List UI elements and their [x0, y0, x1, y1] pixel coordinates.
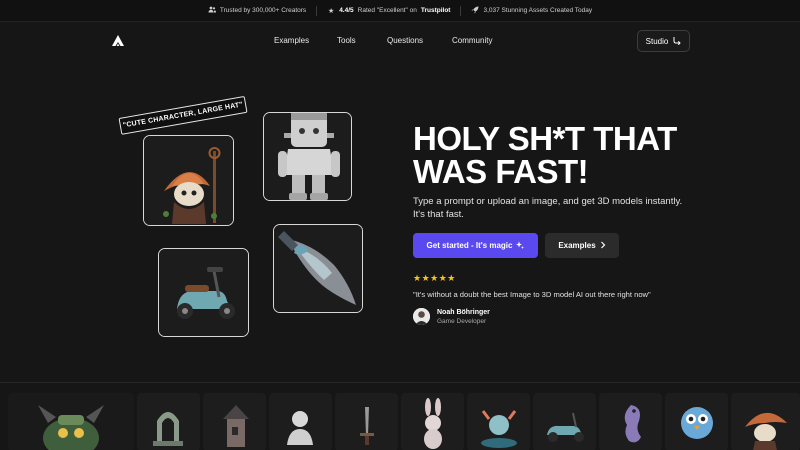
headline-line-2: WAS FAST!: [413, 153, 589, 190]
asset-carousel: [0, 382, 800, 450]
testimonial-quote: "It's without a doubt the best Image to …: [413, 290, 651, 299]
studio-arrow-icon: [672, 36, 682, 47]
chevron-right-icon: [600, 241, 606, 251]
example-card-witch[interactable]: [143, 135, 234, 226]
scooter-image: [159, 249, 248, 336]
carousel-item[interactable]: [137, 393, 200, 450]
logo-icon[interactable]: [111, 34, 125, 48]
example-card-frankenstein[interactable]: [263, 112, 352, 201]
announcement-bar: Trusted by 300,000+ Creators ★ 4.4/5 Rat…: [0, 0, 800, 22]
carousel-item[interactable]: [335, 393, 398, 450]
star-icon: ★: [328, 7, 335, 15]
examples-label: Examples: [558, 241, 596, 250]
headline-line-1: HOLY SH*T THAT: [413, 120, 677, 157]
witch-character-image: [144, 136, 233, 225]
carousel-item[interactable]: [269, 393, 332, 450]
carousel-item[interactable]: [203, 393, 266, 450]
main-nav: Examples Tools Questions Community Studi…: [0, 22, 800, 62]
get-started-label: Get started - It's magic: [426, 241, 513, 250]
studio-label: Studio: [645, 36, 669, 46]
avatar: [413, 308, 430, 325]
testimonial-author: Noah Böhringer: [437, 309, 490, 316]
example-card-sword[interactable]: [273, 224, 363, 313]
hero-headline: HOLY SH*T THAT WAS FAST!: [413, 122, 713, 188]
carousel-item[interactable]: [8, 393, 134, 450]
trusted-text: Trusted by 300,000+ Creators: [219, 7, 307, 14]
carousel-item[interactable]: [401, 393, 464, 450]
example-card-scooter[interactable]: [158, 248, 249, 337]
frankenstein-figure-image: [264, 113, 351, 200]
get-started-button[interactable]: Get started - It's magic: [413, 233, 538, 258]
trustpilot-link[interactable]: Trustpilot: [421, 7, 451, 14]
nav-community[interactable]: Community: [452, 36, 492, 45]
rating-item: ★ 4.4/5 Rated "Excellent" on Trustpilot: [317, 7, 460, 15]
carousel-item[interactable]: [467, 393, 530, 450]
rocket-icon: [471, 6, 479, 16]
studio-button[interactable]: Studio: [637, 30, 690, 52]
rating-text: Rated "Excellent" on: [357, 7, 417, 14]
trusted-item: Trusted by 300,000+ Creators: [198, 6, 316, 15]
carousel-item[interactable]: [665, 393, 728, 450]
rating-stars: ★★★★★: [413, 273, 456, 283]
assets-item: 3,037 Stunning Assets Created Today: [461, 6, 602, 16]
rating-score: 4.4/5: [339, 7, 354, 14]
hero-subtext: Type a prompt or upload an image, and ge…: [413, 196, 683, 220]
carousel-item[interactable]: [533, 393, 596, 450]
user-group-icon: [208, 6, 216, 15]
testimonial-role: Game Developer: [437, 318, 487, 325]
blade-weapon-image: [274, 225, 362, 312]
carousel-item[interactable]: [731, 393, 800, 450]
prompt-tag: "CUTE CHARACTER, LARGE HAT": [118, 95, 248, 135]
assets-text: 3,037 Stunning Assets Created Today: [483, 7, 593, 14]
examples-button[interactable]: Examples: [545, 233, 619, 258]
nav-questions[interactable]: Questions: [387, 36, 423, 45]
carousel-item[interactable]: [599, 393, 662, 450]
nav-examples[interactable]: Examples: [274, 36, 309, 45]
sparkle-icon: [516, 241, 525, 251]
nav-tools[interactable]: Tools: [337, 36, 356, 45]
